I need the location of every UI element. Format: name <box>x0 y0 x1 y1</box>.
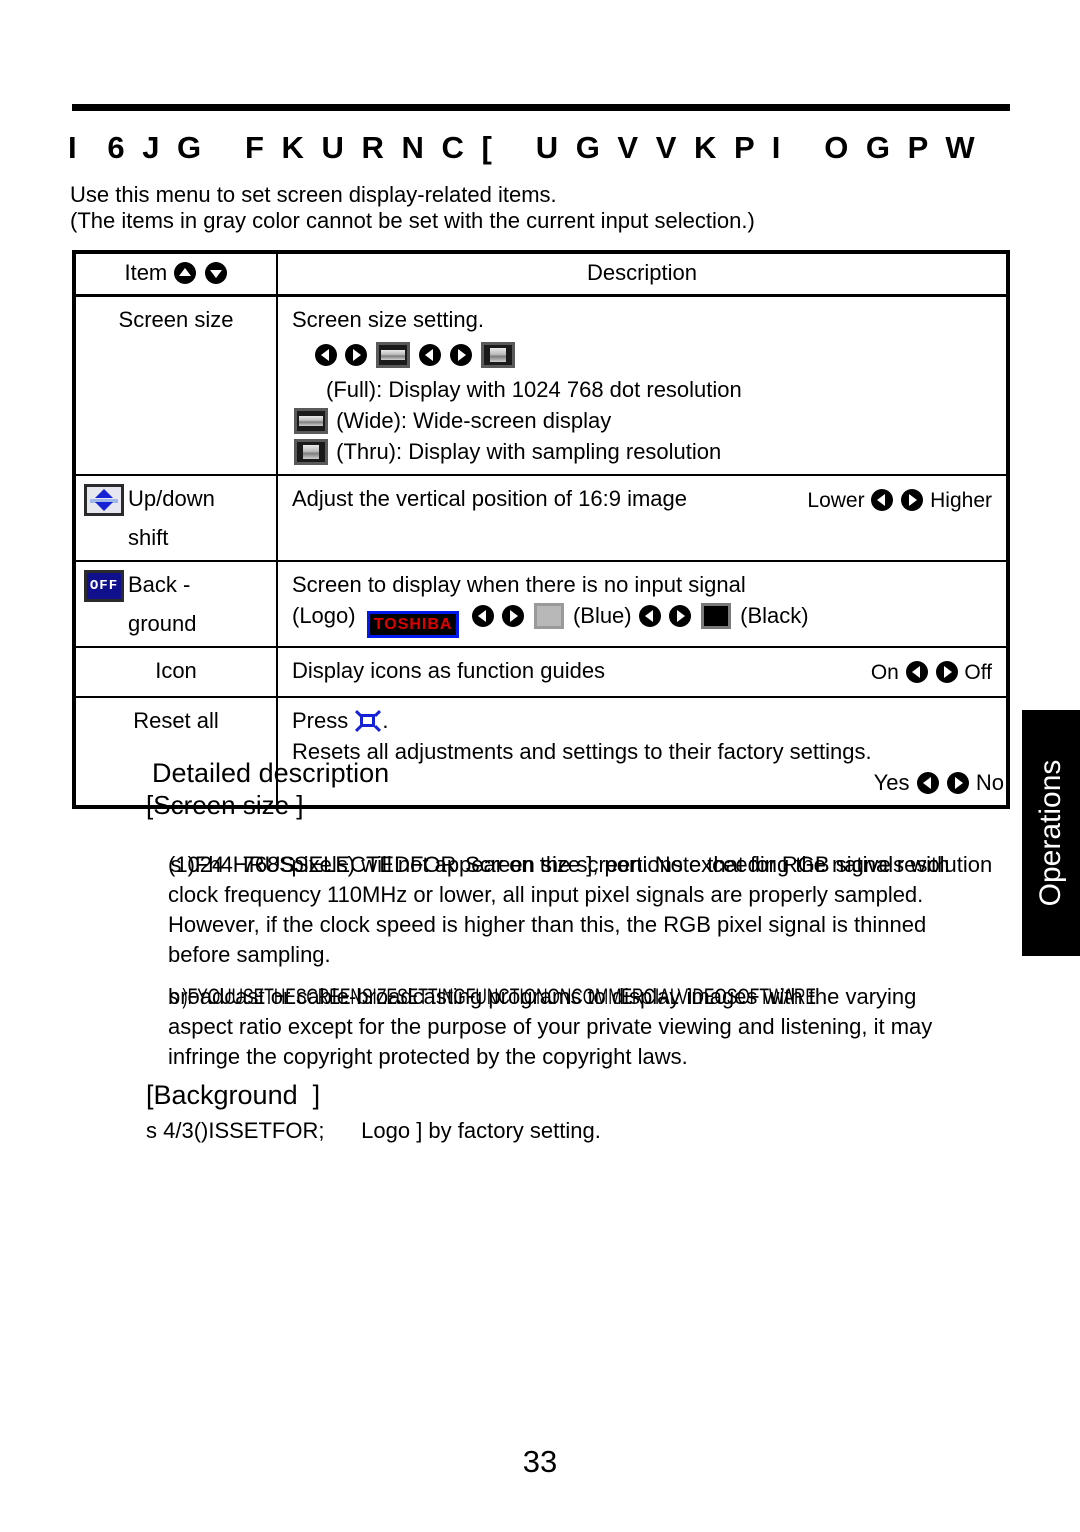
option-blue-label: (Blue) <box>572 603 632 628</box>
table-header-row: Item Description <box>73 251 1009 297</box>
top-divider-rule <box>72 104 1010 111</box>
icon-options: On Off <box>871 657 992 688</box>
arrow-right-icon <box>668 605 691 627</box>
arrow-right-icon <box>501 605 524 627</box>
header-item-label: Item <box>124 260 168 285</box>
detailed-description-subtitle: [Screen size ] <box>146 790 304 820</box>
item-label: Icon <box>155 658 197 683</box>
item-label: Reset all <box>133 708 219 733</box>
screen-size-wide-text: (Wide): Wide-screen display <box>336 408 612 433</box>
screen-size-icon-row <box>292 335 1006 374</box>
header-cell-description: Description <box>276 251 1009 297</box>
up-down-shift-icon <box>84 484 124 516</box>
off-icon: OFF <box>84 570 124 602</box>
bullet-1-line-2: (1024 768 pixels) will not appear on the… <box>168 852 950 877</box>
row-item-screen-size: Screen size <box>73 294 278 476</box>
header-cell-item: Item <box>73 251 278 297</box>
screen-size-wide-line: (Wide): Wide-screen display <box>292 405 1006 436</box>
arrow-left-icon <box>419 344 442 366</box>
table-row: Icon Display icons as function guides On… <box>73 646 1009 698</box>
arrow-right-icon <box>449 344 472 366</box>
table-row: Screen size Screen size setting. (Full):… <box>73 294 1009 476</box>
row-item-background: OFF Back - ground <box>73 560 278 648</box>
row-item-icon: Icon <box>73 646 278 698</box>
bullet-2-line-3: aspect ratio except for the purpose of y… <box>168 1014 933 1039</box>
manual-page: I 6 J G F K U R N C [ U G V V K P I O G … <box>0 0 1080 1532</box>
row-desc-reset-all: Press . Resets all adjustments and setti… <box>276 696 1009 808</box>
arrow-right-icon <box>345 344 368 366</box>
page-number: 33 <box>522 1444 558 1479</box>
option-no-label: No <box>975 770 1004 795</box>
bullet-1-line-3: clock frequency 110MHz or lower, all inp… <box>168 882 924 907</box>
bullet-2-line-4: infringe the copyright protected by the … <box>168 1044 688 1069</box>
thru-screen-icon <box>480 342 515 368</box>
reset-press-period: . <box>382 708 389 733</box>
updown-options: Lower Higher <box>807 485 992 516</box>
reset-press-line: Press . <box>292 705 1006 736</box>
black-background-icon <box>701 603 731 629</box>
background-options-row: (Logo) TOSHIBA (Blue) (Black) <box>292 600 1006 638</box>
row-desc-screen-size: Screen size setting. (Full): Display wit… <box>276 294 1009 476</box>
bullet-1-line-4: However, if the clock speed is higher th… <box>168 912 927 937</box>
arrow-right-icon <box>935 661 958 683</box>
screen-size-full-text: (Full): Display with 1024 768 dot resolu… <box>326 377 742 402</box>
reset-desc-text: Resets all adjustments and settings to t… <box>292 739 872 764</box>
table-row: OFF Back - ground Screen to display when… <box>73 560 1009 648</box>
option-lower-label: Lower <box>807 489 865 512</box>
thru-screen-icon <box>294 439 328 465</box>
page-title: I 6 J G F K U R N C [ U G V V K P I O G … <box>68 130 980 165</box>
icon-desc-text: Display icons as function guides <box>292 658 606 683</box>
arrow-left-icon <box>471 605 494 627</box>
bullet-2-line-2: broadcast or cable-broadcasting programs… <box>168 984 917 1009</box>
arrow-down-icon <box>204 262 227 284</box>
blue-background-icon <box>533 603 564 629</box>
option-yes-label: Yes <box>873 770 910 795</box>
side-tab-operations: Operations <box>1022 710 1080 956</box>
option-off-label: Off <box>964 661 992 684</box>
arrow-left-icon <box>905 661 928 683</box>
arrow-right-icon <box>946 772 969 794</box>
item-label-line2: ground <box>128 611 197 636</box>
arrow-up-icon <box>174 262 197 284</box>
option-on-label: On <box>870 661 899 684</box>
reset-button-icon <box>355 709 382 733</box>
table-row: Up/down shift Adjust the vertical positi… <box>73 474 1009 562</box>
arrow-left-icon <box>871 489 894 511</box>
item-label-line2: shift <box>128 525 169 550</box>
intro-line-2: (The items in gray color cannot be set w… <box>70 208 755 233</box>
arrow-right-icon <box>901 489 924 511</box>
screen-size-setting-text: Screen size setting. <box>292 307 484 332</box>
side-tab-label: Operations <box>1034 759 1067 907</box>
screen-size-thru-line: (Thru): Display with sampling resolution <box>292 436 1006 467</box>
background-section-line: s 4/3()ISSETFOR; Logo ] by factory setti… <box>146 1118 601 1143</box>
option-logo-label: (Logo) <box>292 603 356 628</box>
header-description-label: Description <box>586 260 698 285</box>
screen-size-thru-text: (Thru): Display with sampling resolution <box>336 439 722 464</box>
detailed-description-title: Detailed description <box>152 758 390 788</box>
arrow-left-icon <box>638 605 661 627</box>
wide-screen-icon <box>294 408 328 434</box>
intro-line-1: Use this menu to set screen display-rela… <box>70 182 557 207</box>
option-black-label: (Black) <box>740 603 809 628</box>
item-label: Screen size <box>118 307 234 332</box>
arrow-left-icon <box>916 772 939 794</box>
settings-table: Item Description Screen size Screen size… <box>72 250 1010 809</box>
background-section-title: [Background ] <box>146 1080 321 1110</box>
row-desc-updown-shift: Adjust the vertical position of 16:9 ima… <box>276 474 1009 562</box>
row-desc-background: Screen to display when there is no input… <box>276 560 1009 648</box>
background-desc-text: Screen to display when there is no input… <box>292 572 746 597</box>
reset-options: Yes No <box>292 767 1006 798</box>
row-desc-icon: Display icons as function guides On Off <box>276 646 1009 698</box>
updown-desc-text: Adjust the vertical position of 16:9 ima… <box>292 486 688 511</box>
reset-press-text: Press <box>292 708 349 733</box>
option-higher-label: Higher <box>930 489 992 512</box>
row-item-updown-shift: Up/down shift <box>73 474 278 562</box>
arrow-left-icon <box>315 344 337 366</box>
wide-screen-icon <box>376 342 411 368</box>
toshiba-logo-icon: TOSHIBA <box>366 611 460 638</box>
